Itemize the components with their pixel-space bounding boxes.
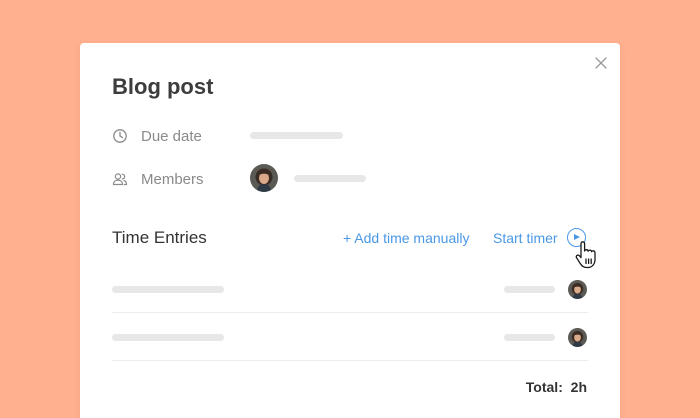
entry-duration-placeholder <box>504 334 555 341</box>
task-dialog: Blog post Due date Members Time Entries … <box>80 43 620 418</box>
members-label: Members <box>141 170 204 188</box>
people-icon <box>112 171 128 187</box>
entry-divider <box>112 312 588 313</box>
members-row: Members <box>112 164 204 194</box>
due-date-label: Due date <box>141 127 202 145</box>
time-entries-title: Time Entries <box>112 228 207 247</box>
close-icon[interactable] <box>594 56 608 70</box>
entry-avatar <box>568 280 587 299</box>
entry-description-placeholder <box>112 286 224 293</box>
start-timer-link[interactable]: Start timer <box>493 230 558 246</box>
due-date-row: Due date <box>112 121 202 151</box>
entry-description-placeholder <box>112 334 224 341</box>
member-name-placeholder <box>294 175 366 182</box>
dialog-title: Blog post <box>112 74 214 99</box>
entry-avatar <box>568 328 587 347</box>
clock-icon <box>112 128 128 144</box>
total-label: Total: <box>525 379 563 395</box>
due-date-value-placeholder[interactable] <box>250 132 343 139</box>
entry-duration-placeholder <box>504 286 555 293</box>
total-time: Total: 2h <box>526 379 587 395</box>
member-avatar[interactable] <box>250 164 278 192</box>
add-time-manually-link[interactable]: + Add time manually <box>343 230 469 246</box>
total-value: 2h <box>570 379 587 395</box>
entry-divider <box>112 360 588 361</box>
hand-pointer-icon <box>575 241 599 269</box>
